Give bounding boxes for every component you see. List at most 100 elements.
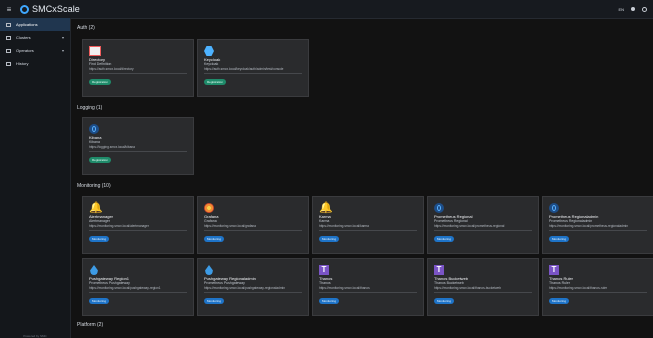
thanos-icon: T bbox=[549, 265, 559, 275]
card-subtitle: Prometheus Regionaladmin bbox=[549, 219, 593, 223]
cluster-icon bbox=[6, 35, 11, 40]
card-tag: Monitoring bbox=[319, 298, 340, 304]
card-divider bbox=[319, 230, 417, 231]
card-subtitle: Kibana bbox=[89, 140, 100, 144]
card-divider bbox=[89, 292, 187, 293]
card-tag: Monitoring bbox=[89, 298, 110, 304]
card-divider bbox=[89, 73, 187, 74]
card-tag: Monitoring bbox=[204, 298, 225, 304]
card-subtitle: Prometheus Regional bbox=[434, 219, 468, 223]
grafana-icon bbox=[204, 203, 214, 213]
card-grafana[interactable]: Grafana Grafana https://monitoring.smcx.… bbox=[197, 196, 309, 254]
card-subtitle: Karma bbox=[319, 219, 330, 223]
card-keycloak[interactable]: Keycloak Keycloak https://auth.smcx.loca… bbox=[197, 39, 309, 97]
card-url[interactable]: https://monitoring.smcx.local/pushgatewa… bbox=[89, 286, 193, 290]
section-title-logging: Logging (1) bbox=[77, 105, 103, 111]
card-subtitle: Find Definition bbox=[89, 62, 112, 66]
card-tag: Registration bbox=[89, 157, 112, 163]
card-tag: Monitoring bbox=[204, 236, 225, 242]
bell-icon: 🔔 bbox=[89, 202, 103, 214]
sidebar-item-history[interactable]: History bbox=[0, 57, 70, 70]
card-subtitle: Alertmanager bbox=[89, 219, 111, 223]
card-divider bbox=[434, 230, 532, 231]
chevron-down-icon[interactable]: ▾ bbox=[62, 35, 64, 40]
card-url[interactable]: https://monitoring.smcx.local/alertmanag… bbox=[89, 224, 193, 228]
notification-icon[interactable] bbox=[631, 7, 635, 11]
keycloak-icon bbox=[204, 46, 214, 56]
operators-icon bbox=[6, 48, 11, 53]
sidebar-item-label: Operators bbox=[16, 48, 34, 53]
card-url[interactable]: https://monitoring.smcx.local/karma bbox=[319, 224, 423, 228]
card-prometheus-regionaladmin[interactable]: Prometheus Regionaladmin Prometheus Regi… bbox=[542, 196, 653, 254]
sidebar-item-applications[interactable]: Applications bbox=[0, 18, 70, 31]
card-tag: Monitoring bbox=[89, 236, 110, 242]
sidebar-item-operators[interactable]: Operators ▾ bbox=[0, 44, 70, 57]
card-url[interactable]: https://auth.smcx.local/keycloak/auth/ad… bbox=[204, 67, 308, 71]
card-prometheus-regional[interactable]: Prometheus Regional Prometheus Regional … bbox=[427, 196, 539, 254]
sidebar-item-clusters[interactable]: Clusters ▾ bbox=[0, 31, 70, 44]
bell-icon: 🔔 bbox=[319, 202, 333, 214]
card-divider bbox=[434, 292, 532, 293]
card-tag: Monitoring bbox=[434, 236, 455, 242]
directory-icon bbox=[89, 46, 101, 56]
card-tag: Registration bbox=[89, 79, 112, 85]
card-url[interactable]: https://monitoring.smcx.local/thanos-buc… bbox=[434, 286, 538, 290]
brand-logo[interactable]: SMCxScale bbox=[20, 4, 80, 14]
brand-name: SMCxScale bbox=[32, 4, 80, 14]
card-thanos-bucketweb[interactable]: T Thanos Bucketweb Thanos Bucketweb http… bbox=[427, 258, 539, 316]
card-url[interactable]: https://monitoring.smcx.local/prometheus… bbox=[549, 224, 653, 228]
prometheus-icon bbox=[434, 203, 444, 213]
card-thanos[interactable]: T Thanos Thanos https://monitoring.smcx.… bbox=[312, 258, 424, 316]
section-title-platform: Platform (2) bbox=[77, 322, 104, 328]
card-url[interactable]: https://monitoring.smcx.local/thanos-rul… bbox=[549, 286, 653, 290]
card-directory[interactable]: Directory Find Definition https://auth.s… bbox=[82, 39, 194, 97]
card-subtitle: Keycloak bbox=[204, 62, 219, 66]
section-title-auth: Auth (2) bbox=[77, 25, 95, 31]
card-alertmanager[interactable]: 🔔 Alertmanager Alertmanager https://moni… bbox=[82, 196, 194, 254]
grid-icon bbox=[6, 22, 11, 27]
user-icon[interactable] bbox=[642, 6, 647, 12]
brand-mark-icon bbox=[20, 4, 29, 14]
card-thanos-ruler[interactable]: T Thanos Ruler Thanos Ruler https://moni… bbox=[542, 258, 653, 316]
card-tag: Registration bbox=[204, 79, 227, 85]
card-divider bbox=[204, 292, 302, 293]
card-pushgateway-regionaladmin[interactable]: Pushgateway Regionaladmin Prometheus Pus… bbox=[197, 258, 309, 316]
card-url[interactable]: https://monitoring.smcx.local/thanos bbox=[319, 286, 423, 290]
card-divider bbox=[204, 230, 302, 231]
history-icon bbox=[6, 61, 11, 66]
card-divider bbox=[89, 230, 187, 231]
sidebar-item-label: History bbox=[16, 61, 29, 66]
card-divider bbox=[549, 292, 647, 293]
card-url[interactable]: https://monitoring.smcx.local/grafana bbox=[204, 224, 308, 228]
card-url[interactable]: https://monitoring.smcx.local/prometheus… bbox=[434, 224, 538, 228]
kibana-icon bbox=[89, 124, 99, 134]
card-url[interactable]: https://auth.smcx.local/directory bbox=[89, 67, 193, 71]
sidebar: Applications Clusters ▾ Operators ▾ Hist… bbox=[0, 18, 71, 338]
card-subtitle: Thanos bbox=[319, 281, 331, 285]
card-tag: Monitoring bbox=[549, 236, 570, 242]
drop-icon bbox=[89, 265, 99, 275]
menu-icon[interactable]: ≡ bbox=[0, 5, 18, 14]
header-actions: EN bbox=[618, 6, 653, 12]
main-content: Auth (2) Directory Find Definition https… bbox=[71, 18, 653, 338]
card-subtitle: Thanos Ruler bbox=[549, 281, 571, 285]
top-bar: ≡ SMCxScale EN bbox=[0, 0, 653, 19]
card-url[interactable]: https://logging.smcx.local/kibana bbox=[89, 145, 193, 149]
card-subtitle: Prometheus Pushgateway bbox=[89, 281, 130, 285]
language-label[interactable]: EN bbox=[618, 7, 624, 12]
card-tag: Monitoring bbox=[549, 298, 570, 304]
card-subtitle: Thanos Bucketweb bbox=[434, 281, 464, 285]
card-divider bbox=[89, 151, 187, 152]
card-karma[interactable]: 🔔 Karma Karma https://monitoring.smcx.lo… bbox=[312, 196, 424, 254]
drop-icon bbox=[204, 265, 214, 275]
thanos-icon: T bbox=[434, 265, 444, 275]
card-tag: Monitoring bbox=[434, 298, 455, 304]
card-pushgateway-region1[interactable]: Pushgateway Region1 Prometheus Pushgatew… bbox=[82, 258, 194, 316]
card-subtitle: Prometheus Pushgateway bbox=[204, 281, 245, 285]
card-divider bbox=[549, 230, 647, 231]
card-kibana[interactable]: Kibana Kibana https://logging.smcx.local… bbox=[82, 117, 194, 175]
card-url[interactable]: https://monitoring.smcx.local/pushgatewa… bbox=[204, 286, 308, 290]
card-tag: Monitoring bbox=[319, 236, 340, 242]
sidebar-item-label: Applications bbox=[16, 22, 38, 27]
chevron-down-icon[interactable]: ▾ bbox=[62, 48, 64, 53]
